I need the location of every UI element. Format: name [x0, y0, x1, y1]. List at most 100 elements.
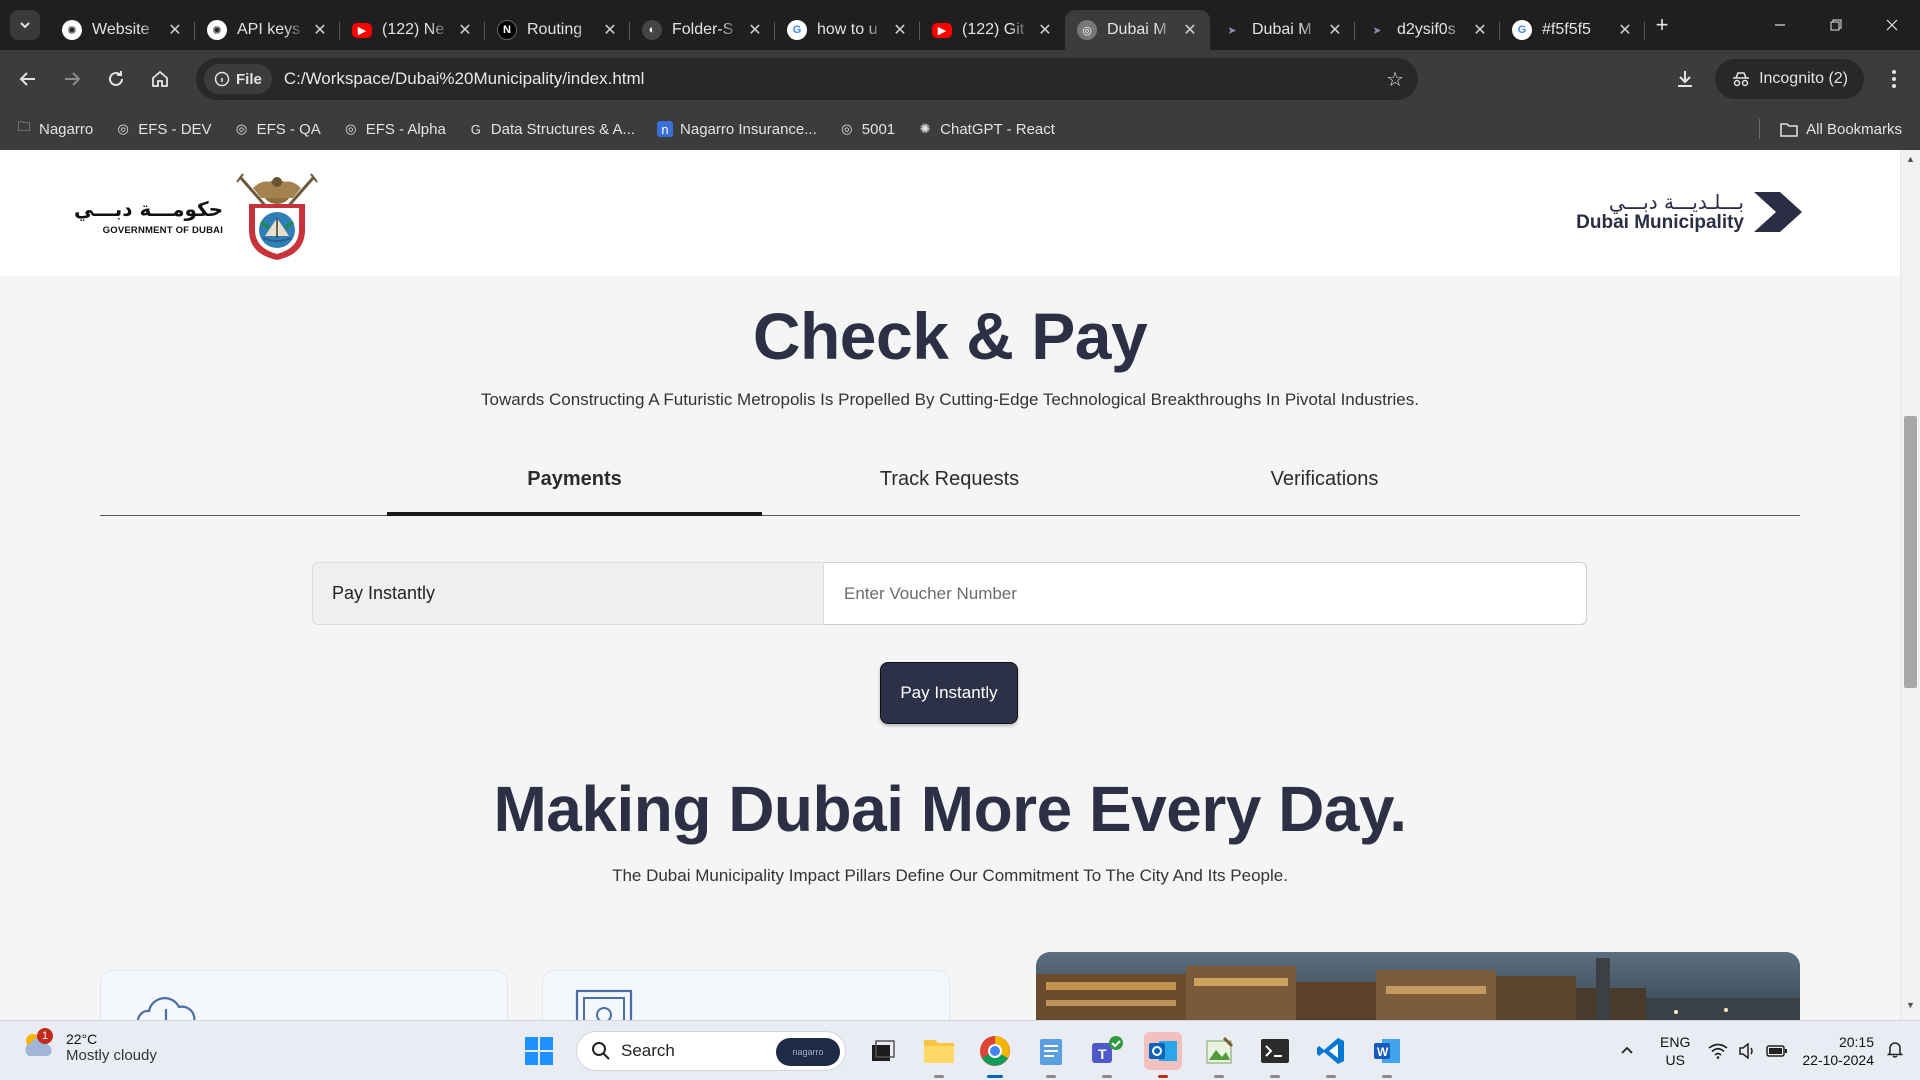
google-icon: G	[787, 20, 807, 40]
browser-tab[interactable]: ▶ (122) Git ✕	[920, 10, 1065, 50]
running-indicator	[1214, 1075, 1224, 1078]
notepad-app[interactable]	[1032, 1032, 1070, 1078]
bookmark-item[interactable]: ◎ EFS - QA	[234, 121, 321, 138]
site-info-chip[interactable]: File	[204, 64, 272, 94]
reload-button[interactable]	[94, 57, 138, 101]
close-tab-icon[interactable]: ✕	[1182, 20, 1198, 40]
input-language-indicator[interactable]: ENG US	[1660, 1033, 1690, 1069]
dm-arabic-text: بـــلـديـــة دبـــي	[1608, 190, 1744, 214]
browser-tab[interactable]: ▶ (122) Ne ✕	[340, 10, 485, 50]
scrollbar-thumb[interactable]	[1904, 416, 1917, 688]
address-bar[interactable]: File C:/Workspace/Dubai%20Municipality/i…	[196, 58, 1418, 100]
tab-search-button[interactable]	[10, 10, 40, 40]
minimize-button[interactable]	[1752, 0, 1808, 50]
page-scrollbar[interactable]: ▲ ▼	[1900, 150, 1920, 1020]
image-viewer-app[interactable]	[1200, 1032, 1238, 1078]
close-tab-icon[interactable]: ✕	[747, 20, 763, 40]
impact-pillar-card[interactable]	[100, 970, 508, 1020]
new-tab-button[interactable]: +	[1645, 12, 1679, 38]
tab-verifications[interactable]: Verifications	[1137, 456, 1512, 516]
weather-widget[interactable]: 1 22°C Mostly cloudy	[20, 1028, 157, 1065]
chrome-icon	[980, 1036, 1010, 1066]
browser-tab[interactable]: ✺ Website ✕	[50, 10, 195, 50]
restore-button[interactable]	[1808, 0, 1864, 50]
bookmark-item[interactable]: ◎ EFS - Alpha	[343, 121, 446, 138]
close-tab-icon[interactable]: ✕	[1327, 20, 1343, 40]
pay-instantly-button[interactable]: Pay Instantly	[880, 662, 1018, 724]
start-button[interactable]	[520, 1032, 558, 1070]
clock-date: 22-10-2024	[1802, 1052, 1874, 1068]
bookmark-item[interactable]: 🗀 Nagarro	[16, 119, 93, 138]
browser-tab[interactable]: N Routing ✕	[485, 10, 630, 50]
outlook-icon	[1149, 1041, 1177, 1061]
weather-icon-wrap: 1	[20, 1028, 56, 1065]
close-tab-icon[interactable]: ✕	[1472, 20, 1488, 40]
forward-button[interactable]	[50, 57, 94, 101]
scroll-up-arrow-icon[interactable]: ▲	[1901, 154, 1920, 170]
tab-payments[interactable]: Payments	[387, 456, 762, 516]
government-of-dubai-logo[interactable]: حكومـــة دبـــي GOVERNMENT OF DUBAI	[74, 170, 325, 262]
incognito-button[interactable]: Incognito (2)	[1715, 59, 1864, 99]
vscode-app[interactable]	[1312, 1032, 1350, 1078]
word-app[interactable]: W	[1368, 1032, 1406, 1078]
url-text[interactable]: C:/Workspace/Dubai%20Municipality/index.…	[284, 69, 645, 89]
impact-pillar-card[interactable]	[542, 970, 950, 1020]
close-tab-icon[interactable]: ✕	[312, 20, 328, 40]
more-vertical-icon	[1892, 70, 1896, 88]
close-tab-icon[interactable]: ✕	[1617, 20, 1633, 40]
task-view-icon	[872, 1040, 895, 1061]
bookmark-item[interactable]: n Nagarro Insurance...	[657, 121, 817, 138]
close-tab-icon[interactable]: ✕	[602, 20, 618, 40]
system-clock[interactable]: 20:15 22-10-2024	[1802, 1033, 1874, 1069]
close-tab-icon[interactable]: ✕	[892, 20, 908, 40]
dubai-municipality-logo[interactable]: بـــلـديـــة دبـــي Dubai Municipality	[1576, 190, 1802, 234]
back-button[interactable]	[6, 57, 50, 101]
bookmark-item[interactable]: ◎ 5001	[839, 121, 895, 138]
all-bookmarks-label: All Bookmarks	[1806, 120, 1902, 138]
tab-track-requests[interactable]: Track Requests	[762, 456, 1137, 516]
bookmark-item[interactable]: ◎ EFS - DEV	[115, 121, 212, 138]
browser-tab[interactable]: Ghow to u ✕	[775, 10, 920, 50]
downloads-button[interactable]	[1663, 57, 1707, 101]
teams-app[interactable]: T	[1088, 1032, 1126, 1078]
browser-tab[interactable]: ◎ Dubai M ✕	[1065, 10, 1210, 50]
scroll-down-arrow-icon[interactable]: ▼	[1901, 1000, 1920, 1016]
page-viewport: حكومـــة دبـــي GOVERNMENT OF DUBAI بـــ…	[0, 150, 1920, 1020]
close-tab-icon[interactable]: ✕	[1037, 20, 1053, 40]
chrome-app[interactable]	[976, 1032, 1014, 1078]
browser-tab[interactable]: ➤ Dubai M ✕	[1210, 10, 1355, 50]
browser-tab[interactable]: ➤ d2ysif0s ✕	[1355, 10, 1500, 50]
search-icon	[592, 1042, 610, 1060]
running-indicator	[1382, 1075, 1392, 1078]
home-button[interactable]	[138, 57, 182, 101]
weather-text: 22°C Mostly cloudy	[66, 1031, 157, 1064]
folder-icon	[924, 1040, 954, 1063]
browser-tab[interactable]: G #f5f5f5 ✕	[1500, 10, 1645, 50]
pay-instantly-label: Pay Instantly	[312, 562, 824, 625]
globe-icon: ◎	[1077, 20, 1097, 40]
bookmark-item[interactable]: ✺ ChatGPT - React	[917, 121, 1055, 138]
all-bookmarks-button[interactable]: All Bookmarks	[1759, 108, 1902, 150]
close-tab-icon[interactable]: ✕	[457, 20, 473, 40]
close-window-button[interactable]	[1864, 0, 1920, 50]
bookmark-label: ChatGPT - React	[940, 120, 1055, 138]
quick-settings[interactable]	[1708, 1043, 1788, 1059]
menu-button[interactable]	[1872, 57, 1916, 101]
notifications-button[interactable]	[1886, 1040, 1912, 1063]
tab-title: Website	[92, 21, 150, 38]
browser-tab[interactable]: ◐ Folder-S ✕	[630, 10, 775, 50]
arrow-right-icon	[65, 72, 81, 86]
bookmark-item[interactable]: G Data Structures & A...	[468, 121, 635, 138]
browser-tab[interactable]: ✺ API keys ✕	[195, 10, 340, 50]
bookmark-star-icon[interactable]: ☆	[1386, 67, 1404, 92]
voucher-number-input[interactable]	[824, 562, 1587, 625]
show-hidden-icons-button[interactable]	[1612, 1042, 1642, 1060]
openai-icon: ✺	[207, 20, 227, 40]
close-tab-icon[interactable]: ✕	[167, 20, 183, 40]
file-explorer-app[interactable]	[920, 1032, 958, 1078]
youtube-icon: ▶	[932, 22, 952, 38]
task-view-button[interactable]	[864, 1032, 902, 1070]
taskbar-search[interactable]: Search nagarro	[576, 1031, 846, 1071]
outlook-app[interactable]	[1144, 1032, 1182, 1078]
terminal-app[interactable]	[1256, 1032, 1294, 1078]
